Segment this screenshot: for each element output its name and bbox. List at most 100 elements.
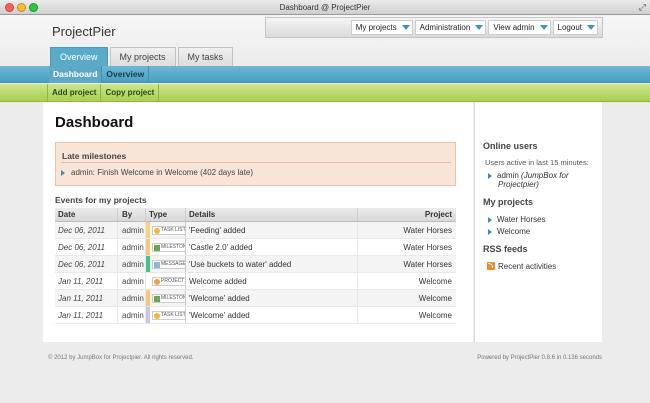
- row-user[interactable]: admin: [118, 307, 146, 323]
- add-project-button[interactable]: Add project: [47, 84, 100, 102]
- table-row: Jan 11, 2011 admin PROJECT Welcome added…: [55, 273, 456, 290]
- subtab-dashboard[interactable]: Dashboard: [49, 66, 103, 83]
- type-color-strip: [146, 307, 150, 323]
- type-label: MILESTONE: [161, 244, 185, 250]
- rss-feed-item[interactable]: Recent activities: [487, 262, 556, 271]
- milestone-item: admin: Finish Welcome in Welcome (402 da…: [61, 168, 253, 177]
- row-user[interactable]: admin: [118, 239, 146, 255]
- online-user-note: (JumpBox for: [521, 171, 569, 180]
- fullscreen-icon[interactable]: ⤢: [639, 1, 646, 13]
- menu-label: My projects: [355, 23, 397, 32]
- row-details-link[interactable]: Welcome added: [186, 273, 358, 289]
- online-user-link[interactable]: admin: [497, 171, 519, 180]
- type-color-strip: [146, 256, 150, 272]
- row-user[interactable]: admin: [118, 256, 146, 272]
- sidebar-project-item[interactable]: Water Horses: [488, 215, 546, 224]
- message-icon: [154, 261, 160, 268]
- online-users-title: Online users: [483, 141, 538, 151]
- online-users-subtitle: Users active in last 15 minutes:: [485, 158, 589, 167]
- project-link[interactable]: Water Horses: [497, 215, 546, 224]
- row-type: TASK LIST: [146, 222, 186, 238]
- row-date: Dec 06, 2011: [55, 222, 118, 238]
- menu-logout[interactable]: Logout: [552, 20, 598, 35]
- app-header: ProjectPier My projects Administration V…: [0, 15, 650, 67]
- col-by[interactable]: By: [118, 208, 146, 221]
- menu-label: Administration: [419, 23, 471, 32]
- row-type: MESSAGE: [146, 256, 186, 272]
- col-date[interactable]: Date: [55, 208, 118, 221]
- row-user[interactable]: admin: [118, 273, 146, 289]
- table-row: Jan 11, 2011 admin TASK LIST 'Welcome' a…: [55, 307, 456, 324]
- menu-administration[interactable]: Administration: [414, 20, 487, 35]
- milestone-project-link[interactable]: Welcome: [165, 168, 198, 177]
- task-list-badge-icon: TASK LIST: [152, 311, 186, 320]
- app-logo[interactable]: ProjectPier: [52, 24, 116, 39]
- row-date: Dec 06, 2011: [55, 256, 118, 272]
- type-color-strip: [146, 290, 150, 306]
- row-project-link[interactable]: Welcome: [358, 273, 456, 289]
- menu-view-admin[interactable]: View admin: [488, 20, 551, 35]
- tab-my-projects[interactable]: My projects: [109, 47, 176, 66]
- row-type: TASK LIST: [146, 307, 186, 323]
- rss-link[interactable]: Recent activities: [498, 262, 556, 271]
- col-project[interactable]: Project: [358, 208, 456, 221]
- tab-my-tasks[interactable]: My tasks: [177, 47, 234, 66]
- close-window-button[interactable]: [5, 3, 14, 12]
- bullet-arrow-icon: [61, 169, 65, 176]
- window-titlebar: Dashboard @ ProjectPier ⤢: [0, 0, 650, 15]
- dropdown-arrow-icon[interactable]: [400, 21, 412, 34]
- bullet-arrow-icon: [488, 172, 492, 179]
- bullet-arrow-icon: [488, 228, 492, 235]
- rss-icon: [487, 262, 495, 270]
- subtab-overview[interactable]: Overview: [102, 66, 150, 83]
- row-user[interactable]: admin: [118, 222, 146, 238]
- row-project-link[interactable]: Welcome: [358, 307, 456, 323]
- zoom-window-button[interactable]: [29, 3, 38, 12]
- online-user-item: admin (JumpBox for Projectpier): [488, 171, 569, 189]
- table-row: Dec 06, 2011 admin MESSAGE 'Use buckets …: [55, 256, 456, 273]
- row-date: Jan 11, 2011: [55, 273, 118, 289]
- milestone-badge-icon: MILESTONE: [152, 243, 185, 252]
- tab-overview[interactable]: Overview: [50, 47, 108, 67]
- row-project-link[interactable]: Water Horses: [358, 256, 456, 272]
- rss-feeds-title: RSS feeds: [483, 244, 528, 254]
- in-text: in: [154, 168, 165, 177]
- row-details-link[interactable]: 'Castle 2.0' added: [186, 239, 358, 255]
- sidebar: Online users Users active in last 15 min…: [474, 102, 602, 342]
- row-details-link[interactable]: 'Welcome' added: [186, 290, 358, 306]
- project-link[interactable]: Welcome: [497, 227, 530, 236]
- menu-label: Logout: [557, 23, 582, 32]
- task-list-badge-icon: TASK LIST: [152, 226, 185, 235]
- row-user[interactable]: admin: [118, 290, 146, 306]
- row-project-link[interactable]: Water Horses: [358, 239, 456, 255]
- late-milestones-title: Late milestones: [62, 151, 127, 161]
- milestone-icon: [154, 244, 160, 251]
- row-type: MILESTONE: [146, 239, 186, 255]
- table-header: Date By Type Details Project: [55, 208, 456, 222]
- message-badge-icon: MESSAGE: [152, 260, 186, 269]
- col-type[interactable]: Type: [146, 208, 186, 221]
- row-details-link[interactable]: 'Welcome' added: [186, 307, 358, 323]
- col-details[interactable]: Details: [186, 208, 358, 221]
- type-label: TASK LIST: [161, 312, 186, 318]
- sidebar-project-item[interactable]: Welcome: [488, 227, 530, 236]
- events-title: Events for my projects: [55, 195, 147, 205]
- minimize-window-button[interactable]: [17, 3, 26, 12]
- page-title: Dashboard: [55, 114, 134, 131]
- milestone-link[interactable]: Finish Welcome: [97, 168, 154, 177]
- menu-my-projects[interactable]: My projects: [350, 20, 413, 35]
- type-label: MESSAGE: [161, 261, 186, 267]
- my-projects-title: My projects: [483, 197, 534, 207]
- row-details-link[interactable]: 'Use buckets to water' added: [186, 256, 358, 272]
- milestone-user[interactable]: admin: [71, 168, 93, 177]
- dropdown-arrow-icon[interactable]: [473, 21, 485, 34]
- type-label: MILESTONE: [161, 295, 185, 301]
- online-user-note-2: Projectpier): [498, 180, 539, 189]
- row-project-link[interactable]: Welcome: [358, 290, 456, 306]
- row-details-link[interactable]: 'Feeding' added: [186, 222, 358, 238]
- copy-project-button[interactable]: Copy project: [100, 84, 160, 102]
- dropdown-arrow-icon[interactable]: [585, 21, 597, 34]
- dropdown-arrow-icon[interactable]: [538, 21, 550, 34]
- row-project-link[interactable]: Water Horses: [358, 222, 456, 238]
- page-actions: Add project Copy project: [47, 84, 160, 102]
